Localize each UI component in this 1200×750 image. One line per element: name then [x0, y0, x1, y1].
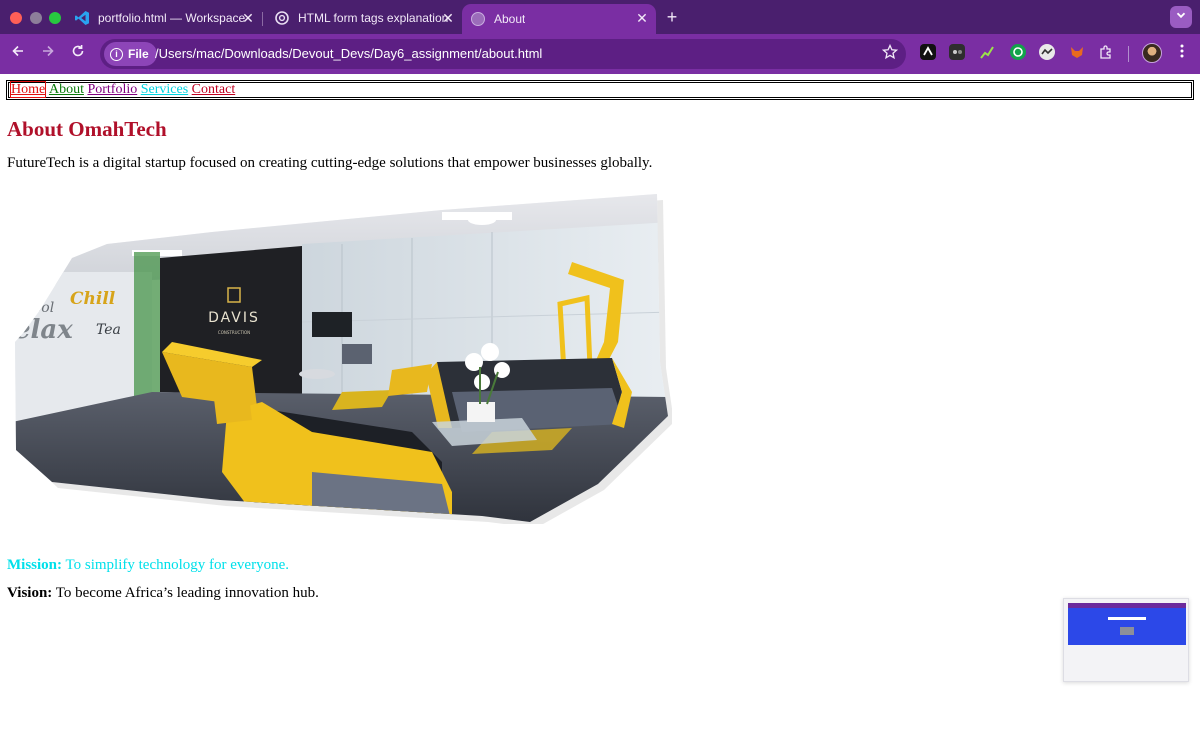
more-vertical-icon — [1180, 44, 1184, 58]
grammar-icon — [1013, 47, 1023, 57]
mission-label: Mission: — [7, 557, 63, 573]
close-tab-icon[interactable]: ✕ — [240, 10, 256, 26]
reload-icon — [72, 45, 84, 57]
thumbnail-title — [1108, 617, 1146, 620]
nav-link-home[interactable]: Home — [10, 81, 47, 98]
vision-statement: Vision: To become Africa’s leading innov… — [7, 585, 319, 602]
extension-icon[interactable] — [949, 44, 965, 60]
wall-brand: DAVIS — [208, 310, 260, 326]
minimize-window-button[interactable] — [30, 12, 42, 24]
extension-icon[interactable] — [1069, 44, 1085, 60]
wave-icon — [1041, 48, 1053, 55]
page-title: About OmahTech — [7, 117, 167, 141]
nav-link-portfolio[interactable]: Portfolio — [87, 82, 137, 97]
wall-text: Chill — [70, 289, 116, 309]
tab-title: HTML form tags explanation — [298, 11, 449, 25]
reload-button[interactable] — [66, 42, 90, 66]
chip-label: File — [128, 47, 149, 61]
fox-icon — [1071, 47, 1083, 58]
extension-logo-icon — [923, 46, 933, 56]
info-icon: i — [110, 47, 123, 61]
arrow-right-icon — [43, 45, 54, 57]
forward-button[interactable] — [36, 42, 60, 66]
back-button[interactable] — [6, 42, 30, 66]
tab-bar: portfolio.html — Workspace – ✕ HTML form… — [0, 0, 1200, 34]
globe-icon — [471, 12, 485, 26]
toolbar-separator — [1128, 46, 1129, 62]
extensions-button[interactable] — [1098, 44, 1114, 60]
extension-logo-icon — [953, 50, 962, 54]
tab-portfolio[interactable]: portfolio.html — Workspace – ✕ — [66, 4, 262, 32]
wall-brand-sub: CONSTRUCTION — [218, 330, 250, 335]
mission-text: To simplify technology for everyone. — [62, 557, 289, 573]
wall-text: elax — [14, 315, 73, 345]
tab-title: portfolio.html — Workspace – — [98, 11, 248, 25]
new-tab-button[interactable]: + — [660, 5, 684, 29]
extension-icon[interactable] — [920, 44, 936, 60]
page-content: Home About Portfolio Services Contact Ab… — [0, 74, 1200, 750]
thumbnail-image — [1120, 627, 1134, 635]
tab-search-button[interactable] — [1170, 6, 1192, 28]
thumbnail-header — [1068, 603, 1186, 645]
close-window-button[interactable] — [10, 12, 22, 24]
extension-icon[interactable] — [979, 44, 995, 60]
star-icon[interactable] — [882, 44, 898, 60]
tab-html-form-tags[interactable]: HTML form tags explanation ✕ — [266, 4, 462, 32]
photo-scene: Pool Chill elax Tea DAVIS CONSTRUCTION — [14, 194, 668, 522]
office-photo: Pool Chill elax Tea DAVIS CONSTRUCTION — [14, 194, 672, 524]
extension-icon[interactable] — [1010, 44, 1026, 60]
url-text[interactable]: /Users/mac/Downloads/Devout_Devs/Day6_as… — [155, 46, 542, 61]
zoom-window-button[interactable] — [49, 12, 61, 24]
mission-statement: Mission: To simplify technology for ever… — [7, 557, 289, 574]
tab-title: About — [494, 12, 526, 26]
vscode-icon — [75, 11, 89, 25]
intro-paragraph: FutureTech is a digital startup focused … — [7, 155, 653, 171]
thumbnail-browser-bar — [1068, 603, 1186, 608]
nav-link-about[interactable]: About — [49, 82, 84, 97]
wall-text: Pool — [23, 300, 54, 316]
browser-toolbar: i File /Users/mac/Downloads/Devout_Devs/… — [0, 34, 1200, 74]
chart-icon — [980, 46, 994, 59]
menu-button[interactable] — [1172, 42, 1192, 66]
wall-text: Tea — [96, 322, 121, 338]
vision-text: To become Africa’s leading innovation hu… — [52, 585, 319, 601]
profile-avatar[interactable] — [1142, 43, 1162, 63]
extension-icon[interactable] — [1039, 44, 1055, 60]
puzzle-icon — [1100, 45, 1111, 59]
close-tab-icon[interactable]: ✕ — [634, 10, 650, 26]
tab-divider — [262, 12, 263, 26]
close-tab-icon[interactable]: ✕ — [440, 10, 456, 26]
site-nav: Home About Portfolio Services Contact — [6, 80, 1194, 100]
tab-preview-thumbnail[interactable] — [1063, 598, 1189, 682]
chatgpt-icon — [275, 11, 289, 25]
vision-label: Vision: — [7, 585, 53, 601]
nav-link-services[interactable]: Services — [141, 82, 188, 97]
site-info-chip[interactable]: i File — [104, 42, 157, 66]
arrow-left-icon — [12, 45, 23, 57]
address-bar[interactable]: i File /Users/mac/Downloads/Devout_Devs/… — [100, 39, 906, 69]
chevron-down-icon — [1176, 12, 1186, 19]
nav-link-contact[interactable]: Contact — [192, 82, 236, 97]
tab-about[interactable]: About ✕ — [462, 4, 656, 34]
